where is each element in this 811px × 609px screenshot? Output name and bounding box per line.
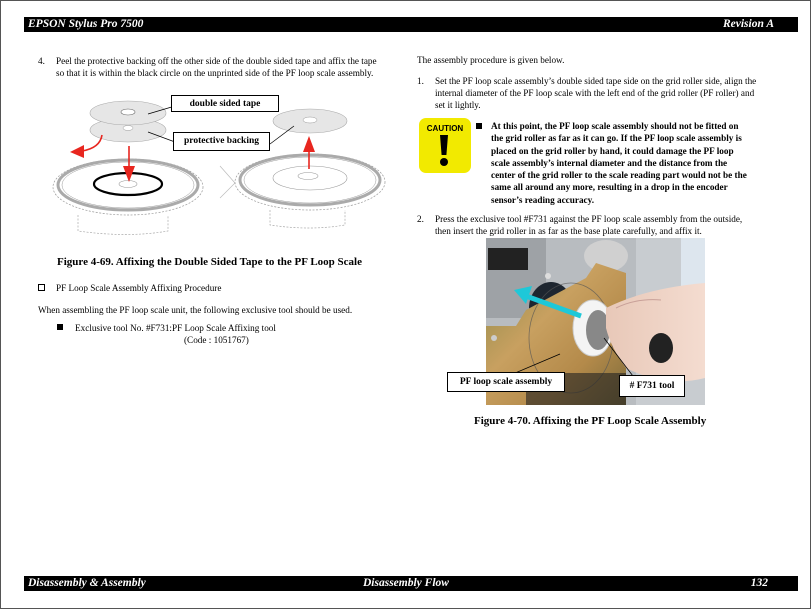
tool-item-line: Exclusive tool No. #F731:PF Loop Scale A… <box>75 323 276 333</box>
caution-line: At this point, the PF loop scale assembl… <box>491 121 739 131</box>
callout-protective-backing: protective backing <box>173 132 270 151</box>
scale-disk-right <box>234 153 386 229</box>
step-2-line: then insert the grid roller in as far as… <box>435 226 702 237</box>
caution-line: placed on the grid roller by hand, it co… <box>491 145 734 156</box>
footer-section: Disassembly & Assembly <box>28 577 146 589</box>
step-2-text: Press the exclusive tool #F731 against t… <box>435 213 790 237</box>
caution-line: same all around any more, resulting in a… <box>491 182 728 193</box>
page-footer: Disassembly & Assembly Disassembly Flow … <box>24 576 798 591</box>
tool-intro-text: When assembling the PF loop scale unit, … <box>38 305 353 315</box>
caution-line: the grid roller as far as it can go. If … <box>491 133 742 144</box>
caution-line: center of the grid roller to the scale r… <box>491 170 747 181</box>
open-square-bullet-icon <box>38 284 45 291</box>
figure-4-69-caption: Figure 4-69. Affixing the Double Sided T… <box>57 256 362 268</box>
step-number: 2. <box>417 214 424 224</box>
page-number: 132 <box>750 577 768 589</box>
document-title: EPSON Stylus Pro 7500 <box>28 18 144 30</box>
page-header: EPSON Stylus Pro 7500 Revision A <box>24 17 798 32</box>
exclamation-bar <box>440 135 448 155</box>
callout-double-sided-tape: double sided tape <box>171 95 279 112</box>
tool-code: (Code : 1051767) <box>184 335 249 345</box>
filled-square-bullet-icon <box>57 324 63 330</box>
callout-pf-loop-scale-assembly: PF loop scale assembly <box>447 372 565 392</box>
step-1-line: internal diameter of the PF loop scale w… <box>435 88 755 99</box>
footer-subsection: Disassembly Flow <box>363 577 449 589</box>
step-number: 1. <box>417 76 424 86</box>
step-1-line: set it lightly. <box>435 100 481 111</box>
exclamation-dot <box>440 158 448 166</box>
step-4-text: Peel the protective backing off the othe… <box>56 55 401 79</box>
caution-label: CAUTION <box>426 124 464 133</box>
figure-4-70-caption: Figure 4-70. Affixing the PF Loop Scale … <box>474 415 707 427</box>
procedure-heading: PF Loop Scale Assembly Affixing Procedur… <box>56 283 222 293</box>
caution-line: scale assembly’s internal diameter and t… <box>491 157 728 168</box>
step-1-line: Set the PF loop scale assembly’s double … <box>435 76 757 86</box>
red-arrow-head <box>70 145 84 158</box>
step-4-line: so that it is within the black circle on… <box>56 68 374 79</box>
assembly-intro: The assembly procedure is given below. <box>417 55 565 65</box>
step-1-text: Set the PF loop scale assembly’s double … <box>435 75 790 112</box>
revision-label: Revision A <box>722 18 774 30</box>
step-2-line: Press the exclusive tool #F731 against t… <box>435 214 743 224</box>
caution-icon: CAUTION <box>419 118 471 173</box>
caution-text: At this point, the PF loop scale assembl… <box>491 120 791 206</box>
step-4-line: Peel the protective backing off the othe… <box>56 56 377 66</box>
transition-chevron <box>219 165 236 199</box>
callout-f731-tool: # F731 tool <box>619 375 685 397</box>
caution-line: sensor’s reading accuracy. <box>491 194 595 205</box>
step-number: 4. <box>38 56 45 66</box>
filled-square-bullet-icon <box>476 123 482 129</box>
